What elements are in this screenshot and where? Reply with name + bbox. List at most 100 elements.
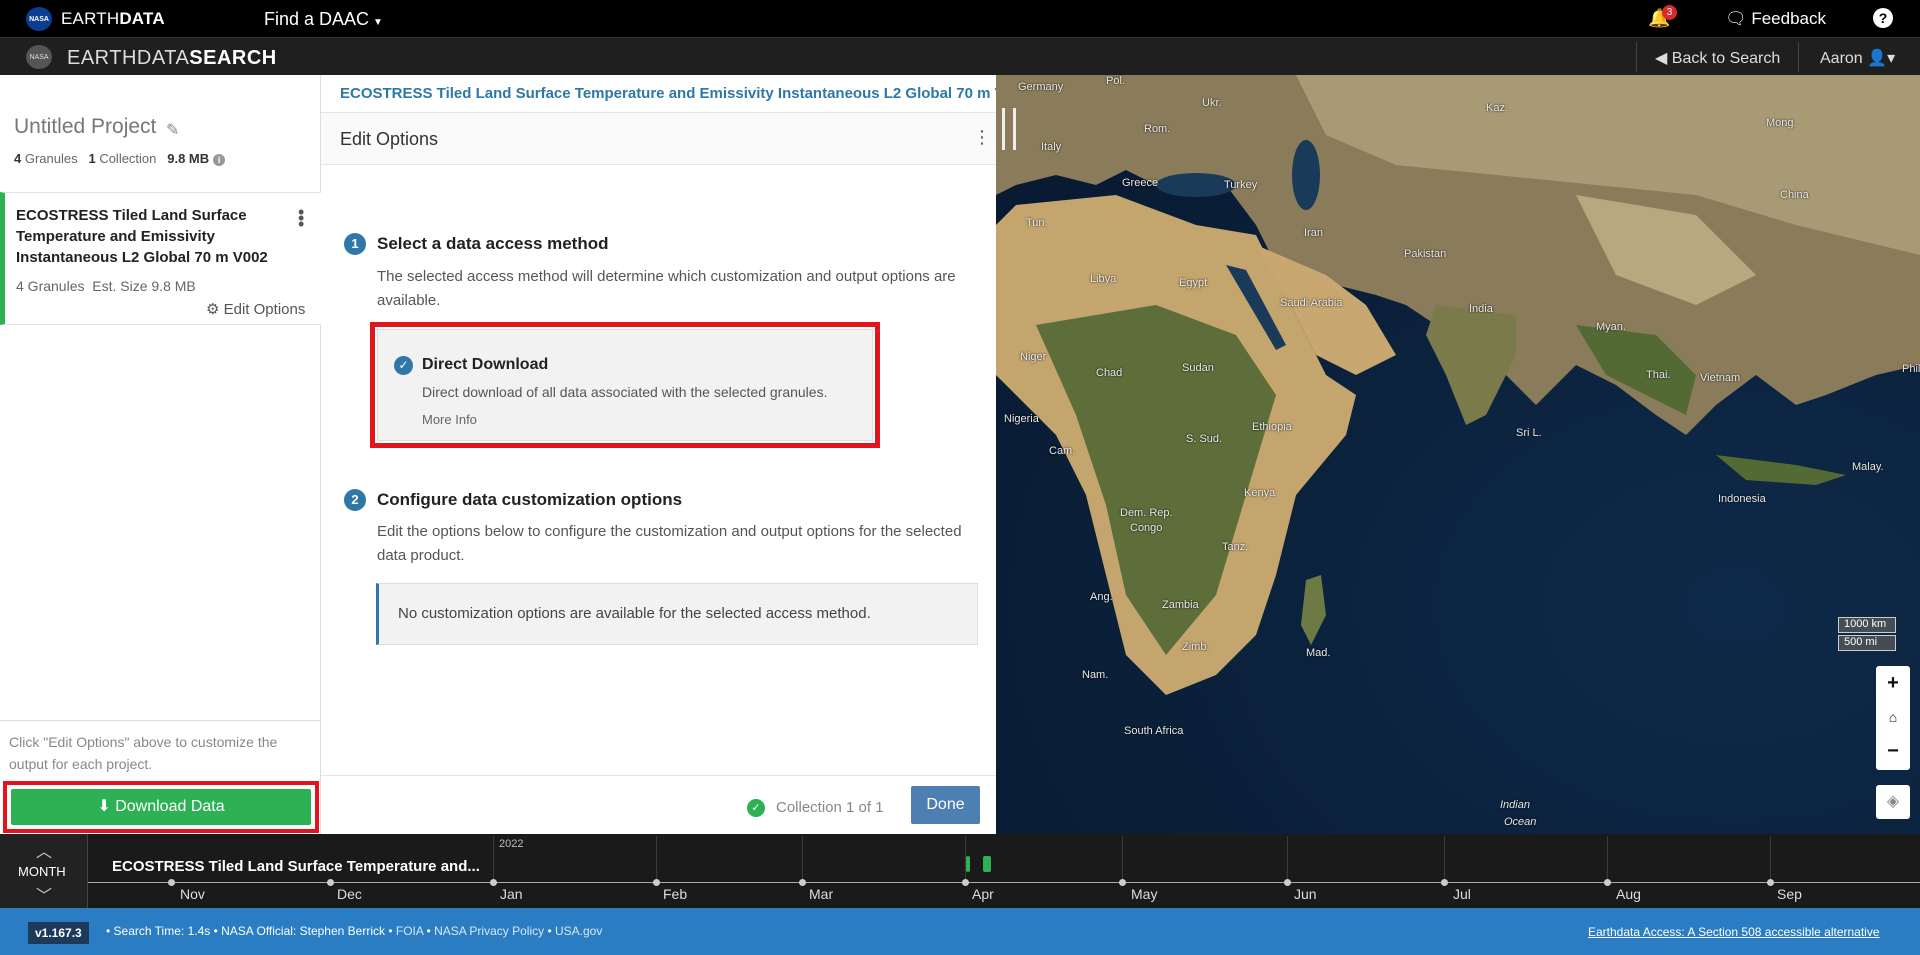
timeline-granule[interactable]: [983, 856, 991, 872]
timeline-tick: [1770, 836, 1771, 882]
map-label: Zimb.: [1182, 641, 1210, 653]
map-scale: 1000 km 500 mi: [1838, 617, 1896, 653]
done-button[interactable]: Done: [911, 786, 980, 824]
timeline-month-label: Mar: [809, 886, 834, 902]
timeline-granule[interactable]: [966, 856, 970, 872]
edit-icon[interactable]: ✎: [166, 120, 179, 140]
map-label: Myan.: [1596, 321, 1626, 333]
timeline-dot: [962, 879, 969, 886]
collection-est-size: Est. Size 9.8 MB: [92, 278, 196, 294]
brand-bold-text: DATA: [119, 9, 165, 28]
map-label: Egypt: [1179, 277, 1208, 289]
no-options-notice: No customization options are available f…: [376, 583, 978, 645]
sub-brand-bold: SEARCH: [189, 47, 277, 69]
map-label: Kaz.: [1486, 102, 1509, 114]
timeline-tick: [493, 836, 494, 882]
map-label: Rom.: [1144, 123, 1171, 135]
map-label: Italy: [1041, 141, 1062, 153]
chevron-down-icon[interactable]: ﹀: [36, 882, 52, 906]
access-method-description: Direct download of all data associated w…: [422, 384, 828, 400]
timeline-collection-title: ECOSTRESS Tiled Land Surface Temperature…: [112, 858, 480, 875]
edit-options-hint: Click "Edit Options" above to customize …: [9, 734, 278, 772]
zoom-in-button[interactable]: +: [1876, 666, 1910, 700]
download-data-button[interactable]: ⬇ Download Data: [11, 789, 311, 825]
timeline-tick: [1287, 836, 1288, 882]
nasa-logo-small[interactable]: NASA: [26, 45, 52, 69]
collection-title: ECOSTRESS Tiled Land Surface Temperature…: [16, 207, 268, 266]
step-2-description: Edit the options below to configure the …: [377, 523, 962, 564]
project-title[interactable]: Untitled Project: [14, 115, 156, 139]
user-menu[interactable]: Aaron 👤▾: [1820, 48, 1895, 68]
collection-meta: 4 Granules Est. Size 9.8 MB: [16, 278, 196, 294]
map[interactable]: Germany Pol. Ukr. Kaz. Mong. Italy Rom. …: [996, 75, 1920, 834]
map-label: Congo: [1130, 522, 1163, 534]
panel-footer: ✓ Collection 1 of 1 Done: [321, 775, 1001, 834]
feedback-link[interactable]: 🗨 Feedback: [1725, 9, 1826, 29]
map-label: Niger: [1020, 351, 1047, 363]
step-1-description: The selected access method will determin…: [377, 268, 956, 309]
panel-resize-handle[interactable]: [1002, 108, 1016, 150]
arrow-left-circle-icon: ◀: [1655, 50, 1668, 67]
timeline-dot: [1604, 879, 1611, 886]
timeline-axis: [88, 882, 1920, 883]
map-label: India: [1469, 303, 1493, 315]
footer-info: • Search Time: 1.4s • NASA Official: Ste…: [106, 924, 603, 938]
timeline-dot: [327, 879, 334, 886]
map-label: Phil.: [1902, 363, 1920, 375]
usagov-link[interactable]: USA.gov: [555, 924, 602, 938]
project-collection-item[interactable]: ECOSTRESS Tiled Land Surface Temperature…: [0, 192, 321, 325]
chevron-up-icon[interactable]: ︿: [36, 838, 52, 862]
map-label: Ocean: [1504, 816, 1537, 828]
earthdata-search-brand[interactable]: EARTHDATASEARCH: [67, 47, 277, 70]
map-label: Indonesia: [1718, 493, 1766, 505]
map-label: Turkey: [1224, 179, 1258, 191]
timeline-month-label: Feb: [663, 886, 688, 902]
more-info-link[interactable]: More Info: [422, 412, 477, 427]
map-label: Ukr.: [1202, 97, 1222, 109]
feedback-label: Feedback: [1751, 9, 1826, 28]
timeline-dot: [1441, 879, 1448, 886]
more-options-icon[interactable]: ⋮: [973, 127, 991, 148]
timeline-tick: [1607, 836, 1608, 882]
privacy-policy-link[interactable]: NASA Privacy Policy: [434, 924, 544, 938]
layers-icon[interactable]: ◈: [1876, 785, 1910, 819]
nasa-logo[interactable]: NASA: [26, 7, 52, 31]
timeline-month-label: Jul: [1453, 886, 1471, 902]
notification-badge: 3: [1662, 5, 1677, 20]
map-label: Kenya: [1244, 487, 1276, 499]
home-icon[interactable]: ⌂: [1876, 700, 1910, 734]
search-time: • Search Time: 1.4s: [106, 924, 211, 938]
map-label: Cam.: [1049, 445, 1076, 457]
edit-options-link[interactable]: ⚙ Edit Options: [206, 300, 305, 318]
top-navbar: NASA EARTHDATA Find a DAAC ▼ 🔔 3 🗨 Feedba…: [0, 0, 1920, 37]
more-options-icon[interactable]: • • •: [298, 203, 304, 233]
step-2-title: Configure data customization options: [377, 490, 683, 509]
map-label: Sudan: [1182, 362, 1214, 374]
timeline-month-label: May: [1131, 886, 1158, 902]
collection-count: 1: [88, 151, 96, 166]
earthdata-brand[interactable]: EARTHDATA: [61, 9, 165, 29]
map-label: Chad: [1096, 367, 1123, 379]
timeline-month-label: Apr: [972, 886, 994, 902]
timeline-dot: [653, 879, 660, 886]
zoom-out-button[interactable]: −: [1876, 734, 1910, 768]
collection-link[interactable]: ECOSTRESS Tiled Land Surface Temperature…: [340, 85, 1000, 102]
map-label: Pakistan: [1404, 248, 1447, 260]
map-label: Nigeria: [1004, 413, 1039, 425]
timeline-month-label: Jan: [500, 886, 523, 902]
caret-down-icon: ▼: [373, 17, 383, 28]
project-sidebar: Untitled Project ✎ 4 Granules 1 Collecti…: [0, 75, 321, 834]
info-icon[interactable]: i: [213, 154, 226, 166]
no-options-text: No customization options are available f…: [398, 605, 871, 622]
gear-icon: ⚙: [206, 301, 220, 318]
check-circle-icon: ✓: [747, 799, 765, 817]
find-daac-dropdown[interactable]: Find a DAAC ▼: [264, 9, 383, 30]
timeline-month-label: Dec: [337, 886, 362, 902]
foia-link[interactable]: FOIA: [396, 924, 423, 938]
map-label: China: [1780, 189, 1809, 201]
map-label: Libya: [1090, 273, 1117, 285]
access-method-direct-download[interactable]: ✓ Direct Download Direct download of all…: [377, 329, 873, 441]
help-icon[interactable]: ?: [1873, 8, 1893, 28]
accessible-alternative-link[interactable]: Earthdata Access: A Section 508 accessib…: [1588, 925, 1880, 939]
back-to-search-link[interactable]: ◀ Back to Search: [1655, 48, 1780, 68]
